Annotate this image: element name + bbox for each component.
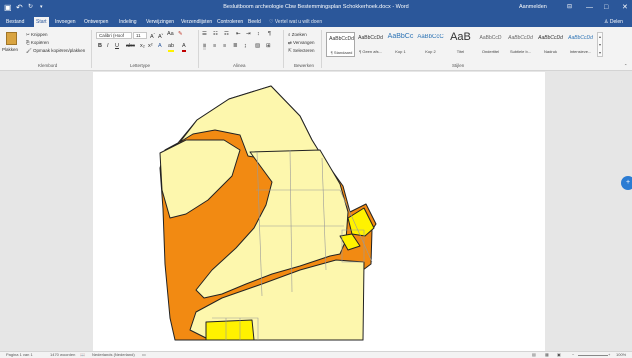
font-size-combo[interactable]: 11 xyxy=(133,32,147,39)
cut-button[interactable]: ✂ Knippen xyxy=(26,32,48,38)
zoom-out-icon[interactable]: − xyxy=(572,352,574,358)
clipboard-icon[interactable] xyxy=(6,32,17,45)
document-page xyxy=(93,72,545,351)
align-left-icon[interactable]: ≡ xyxy=(203,43,207,50)
read-mode-icon[interactable]: ▤ xyxy=(532,352,536,358)
close-button[interactable]: ✕ xyxy=(622,2,628,13)
tab-verwijzingen[interactable]: Verwijzingen xyxy=(144,17,176,27)
web-layout-icon[interactable]: ▣ xyxy=(557,352,561,358)
numbering-icon[interactable]: ☷ xyxy=(213,31,218,38)
page-count[interactable]: Pagina 1 van 1 xyxy=(6,352,33,358)
minimize-button[interactable]: — xyxy=(586,2,593,13)
tab-beeld[interactable]: Beeld xyxy=(246,17,263,27)
justify-icon[interactable]: ≣ xyxy=(233,43,238,50)
style-nadruk[interactable]: AaBbCcDd Nadruk xyxy=(536,32,565,57)
bullets-icon[interactable]: ☰ xyxy=(202,31,207,38)
group-label-paragraph: Alinea xyxy=(233,63,246,68)
plus-icon[interactable]: + xyxy=(621,176,632,190)
grow-font-icon[interactable]: A^ xyxy=(150,31,155,41)
ribbon-display-icon[interactable]: ⊟ xyxy=(567,2,572,13)
style-intensieve-benadrukking[interactable]: AaBbCcDd Intensieve... xyxy=(566,32,595,57)
style-kop-2[interactable]: AaBbCcC Kop 2 xyxy=(416,32,445,57)
shading-icon[interactable]: ▨ xyxy=(255,43,260,50)
highlight-icon[interactable]: ab xyxy=(168,43,175,52)
pilcrow-icon[interactable]: ¶ xyxy=(268,31,271,38)
align-right-icon[interactable]: ≡ xyxy=(223,43,226,50)
signin-link[interactable]: Aanmelden xyxy=(519,2,547,13)
group-label-font: Lettertype xyxy=(130,63,151,68)
share-button[interactable]: ♙ Delen xyxy=(604,17,623,27)
decrease-indent-icon[interactable]: ⇤ xyxy=(236,31,241,38)
zoom-in-icon[interactable]: + xyxy=(608,352,610,358)
tab-controleren[interactable]: Controleren xyxy=(215,17,245,27)
change-case-icon[interactable]: Aa xyxy=(167,31,174,38)
font-color-icon[interactable]: A xyxy=(182,43,186,52)
macro-icon[interactable]: ▭ xyxy=(142,352,146,358)
sort-icon[interactable]: ↕ xyxy=(257,31,260,38)
style-ondertitel[interactable]: AaBbCcD Ondertitel xyxy=(476,32,505,57)
brush-icon: 🖌 xyxy=(26,48,33,53)
divider xyxy=(283,30,284,68)
style-subtiele-benadrukking[interactable]: AaBbCcDd Subtiele b... xyxy=(506,32,535,57)
tab-start[interactable]: Start xyxy=(34,17,49,27)
italic-icon[interactable]: I xyxy=(107,43,109,50)
language-indicator[interactable]: Nederlands (Nederland) xyxy=(92,352,135,358)
copy-button[interactable]: ⎘ Kopiëren xyxy=(26,40,49,46)
style-titel[interactable]: AaB Titel xyxy=(446,31,475,57)
tab-verzendlijsten[interactable]: Verzendlijsten xyxy=(179,17,214,27)
tab-bestand[interactable]: Bestand xyxy=(4,17,26,27)
clear-format-icon[interactable]: ✎ xyxy=(178,31,183,38)
subscript-icon[interactable]: x₂ xyxy=(140,43,145,50)
tab-invoegen[interactable]: Invoegen xyxy=(53,17,78,27)
group-label-editing: Bewerken xyxy=(294,63,315,68)
shrink-font-icon[interactable]: Av xyxy=(158,31,163,41)
style-kop-1[interactable]: AaBbCc Kop 1 xyxy=(386,32,415,57)
borders-icon[interactable]: ⊞ xyxy=(266,43,271,50)
collapse-ribbon-icon[interactable]: ⌃ xyxy=(624,62,627,69)
status-bar: Pagina 1 van 1 1470 woorden 📖 Nederlands… xyxy=(0,351,632,358)
word-count[interactable]: 1470 woorden xyxy=(50,352,75,358)
replace-button[interactable]: ⇄ Vervangen xyxy=(288,40,315,46)
zoom-slider[interactable] xyxy=(578,355,608,356)
multilevel-list-icon[interactable]: ☶ xyxy=(224,31,229,38)
zoom-level[interactable]: 100% xyxy=(616,352,626,358)
divider xyxy=(91,30,92,68)
strikethrough-icon[interactable]: abc xyxy=(126,43,135,50)
increase-indent-icon[interactable]: ⇥ xyxy=(246,31,251,38)
ribbon-home: Plakken ✂ Knippen ⎘ Kopiëren 🖌 Opmaak ko… xyxy=(0,27,632,71)
find-button[interactable]: ⌕ Zoeken xyxy=(288,32,307,38)
tab-indeling[interactable]: Indeling xyxy=(117,17,139,27)
divider xyxy=(321,30,322,68)
font-name-combo[interactable]: Calibri (Hoof xyxy=(96,32,132,39)
print-layout-icon[interactable]: ▦ xyxy=(545,352,549,358)
text-effects-icon[interactable]: A xyxy=(158,43,162,50)
maximize-button[interactable]: □ xyxy=(604,2,608,13)
paste-button[interactable]: Plakken xyxy=(2,47,18,53)
align-center-icon[interactable]: ≡ xyxy=(213,43,216,50)
group-label-styles: Stijlen xyxy=(452,63,465,68)
title-bar: ▣ ↶ ↻ ▾ Besluitboom archeologie Cbw Best… xyxy=(0,0,632,15)
select-button[interactable]: ⇱ Selecteren xyxy=(288,48,315,54)
bold-icon[interactable]: B xyxy=(98,43,102,50)
tab-ontwerpen[interactable]: Ontwerpen xyxy=(82,17,110,27)
style-geen-afstand[interactable]: AaBbCcDd ¶ Geen afs... xyxy=(356,32,385,57)
ribbon-tabs: Bestand Start Invoegen Ontwerpen Indelin… xyxy=(0,15,632,27)
styles-scroll[interactable]: ▴ ▾ ▾ xyxy=(597,32,603,57)
group-label-clipboard: Klembord xyxy=(38,63,58,68)
format-painter-button[interactable]: 🖌 Opmaak kopiëren/plakken xyxy=(26,48,85,54)
divider xyxy=(198,30,199,68)
tell-me-search[interactable]: ♡ Vertel wat u wilt doen xyxy=(269,17,322,27)
superscript-icon[interactable]: x² xyxy=(148,43,153,50)
proofing-icon[interactable]: 📖 xyxy=(80,352,85,358)
underline-icon[interactable]: U xyxy=(115,43,119,50)
style-standaard[interactable]: AaBbCcDd ¶ Standaard xyxy=(326,32,355,57)
line-spacing-icon[interactable]: ↨ xyxy=(244,43,247,50)
